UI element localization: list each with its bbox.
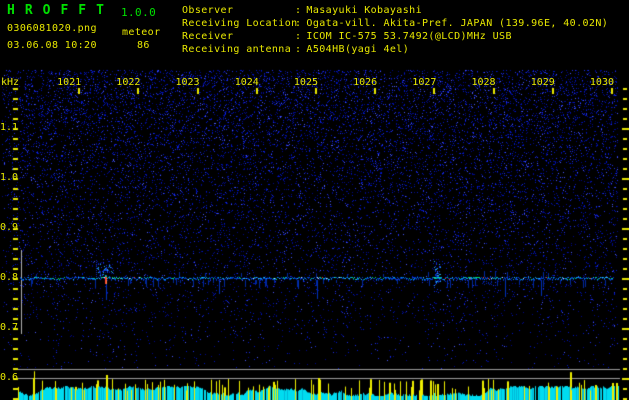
info-colon: : [295,31,302,42]
freq-tick-label: 1.0 [0,172,19,183]
time-tick-label: 1026 [353,77,378,88]
time-tick-label: 1021 [57,77,82,88]
observation-mode: meteor [122,27,161,38]
info-value: A504HB(yagi 4el) [306,44,410,55]
output-filename: 0306081020.png [7,23,97,34]
spectrogram-canvas [0,0,629,400]
info-value: ICOM IC-575 53.7492(@LCD)MHz USB [306,31,512,42]
info-row: Receiving antenna: A504HB(yagi 4el) [182,43,608,56]
freq-tick-label: 0.7 [0,322,19,333]
info-label: Observer [182,5,234,16]
info-label: Receiver [182,31,234,42]
time-tick-label: 1029 [530,77,555,88]
info-label: Receiving antenna [182,44,292,55]
app-version: 1.0.0 [121,6,157,19]
info-row: Receiving Location: Ogata-vill. Akita-Pre… [182,17,608,30]
info-value: Masayuki Kobayashi [306,5,422,16]
time-tick-label: 1028 [471,77,496,88]
meteor-count: 86 [137,40,150,51]
info-label: Receiving Location [182,18,298,29]
freq-axis-unit-label: kHz [1,77,20,88]
freq-tick-label: 0.9 [0,222,19,233]
freq-tick-label: 0.8 [0,272,19,283]
time-tick-label: 1025 [293,77,318,88]
info-colon: : [295,18,302,29]
freq-tick-label: 0.6 [0,372,19,383]
station-info-block: Observer: Masayuki Kobayashi Receiving Lo… [182,4,608,56]
info-row: Observer: Masayuki Kobayashi [182,4,608,17]
info-row: Receiver: ICOM IC-575 53.7492(@LCD)MHz US… [182,30,608,43]
app-title: HROFFT [7,3,114,18]
time-tick-label: 1030 [589,77,614,88]
hrofft-window: HROFFT 1.0.0 0306081020.png meteor 03.06… [0,0,629,400]
info-value: Ogata-vill. Akita-Pref. JAPAN (139.96E, … [306,18,609,29]
time-tick-label: 1024 [234,77,259,88]
freq-tick-label: 1.1 [0,122,19,133]
time-tick-label: 1023 [175,77,200,88]
info-colon: : [295,44,302,55]
info-colon: : [295,5,302,16]
time-tick-label: 1022 [116,77,141,88]
observation-datetime: 03.06.08 10:20 [7,40,97,51]
time-tick-label: 1027 [412,77,437,88]
